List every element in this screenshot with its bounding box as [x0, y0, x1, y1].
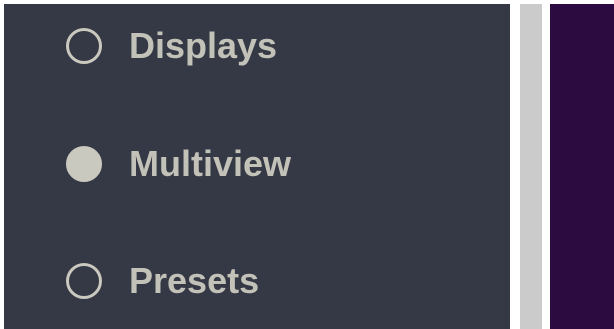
content-pane: [550, 4, 614, 329]
menu-panel: Displays Multiview Presets: [4, 4, 510, 329]
menu-item-multiview[interactable]: Multiview: [66, 144, 291, 184]
menu-item-label: Presets: [129, 260, 260, 301]
menu-item-presets[interactable]: Presets: [66, 261, 259, 301]
menu-item-label: Multiview: [129, 143, 292, 184]
menu-item-label: Displays: [129, 25, 278, 66]
radio-checked-icon[interactable]: [66, 146, 102, 182]
radio-unchecked-icon[interactable]: [66, 28, 102, 64]
window: Displays Multiview Presets: [0, 0, 614, 329]
radio-unchecked-icon[interactable]: [66, 263, 102, 299]
scrollbar[interactable]: [520, 4, 542, 329]
panel-gap: [510, 0, 520, 329]
menu-item-displays[interactable]: Displays: [66, 26, 277, 66]
pane-divider: [542, 0, 550, 329]
